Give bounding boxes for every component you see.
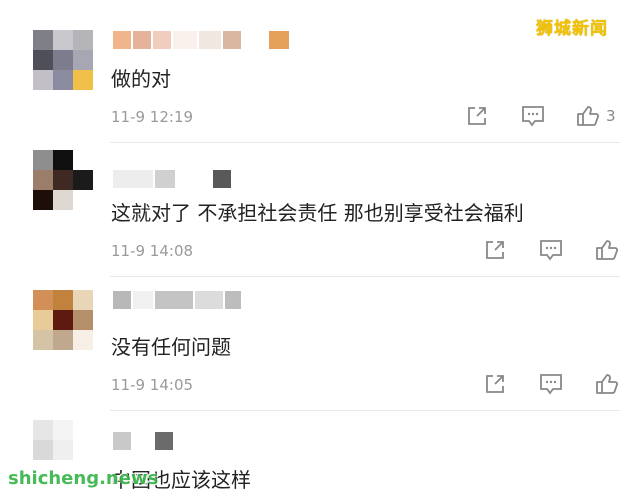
comment-actions: 3 [434, 104, 616, 128]
like-icon [577, 106, 600, 126]
like-button[interactable] [594, 238, 620, 262]
comment-text: 这就对了 不承担社会责任 那也别享受社会福利 [111, 201, 524, 225]
username-blurred[interactable] [113, 291, 241, 309]
watermark-url: shicheng.news [8, 468, 159, 489]
comment-button[interactable] [538, 238, 564, 262]
share-button[interactable] [464, 104, 490, 128]
comment-button[interactable] [520, 104, 546, 128]
divider [110, 142, 620, 143]
avatar[interactable] [33, 30, 93, 90]
share-button[interactable] [482, 238, 508, 262]
like-button[interactable]: 3 [576, 104, 616, 128]
avatar[interactable] [33, 150, 93, 210]
divider [110, 410, 620, 411]
comment-time: 11-9 14:05 [111, 376, 194, 394]
username-blurred[interactable] [113, 31, 289, 49]
comment-time: 11-9 14:08 [111, 242, 194, 260]
divider [110, 276, 620, 277]
comment-actions [452, 238, 620, 262]
share-icon [486, 241, 504, 259]
comment-icon [522, 106, 544, 127]
comment-button[interactable] [538, 372, 564, 396]
username-blurred[interactable] [113, 170, 231, 188]
comment-text: 没有任何问题 [111, 335, 231, 359]
comment-actions [452, 372, 620, 396]
share-button[interactable] [482, 372, 508, 396]
like-button[interactable] [594, 372, 620, 396]
comment-text: 做的对 [111, 67, 171, 91]
like-icon [596, 240, 619, 260]
share-icon [486, 375, 504, 393]
like-count: 3 [606, 107, 616, 125]
comment-icon [540, 240, 562, 261]
avatar[interactable] [33, 290, 93, 350]
username-blurred[interactable] [113, 432, 173, 450]
share-icon [468, 107, 486, 125]
watermark-logo: 狮城新闻 [536, 19, 608, 39]
comment-time: 11-9 12:19 [111, 108, 194, 126]
like-icon [596, 374, 619, 394]
comment-icon [540, 374, 562, 395]
